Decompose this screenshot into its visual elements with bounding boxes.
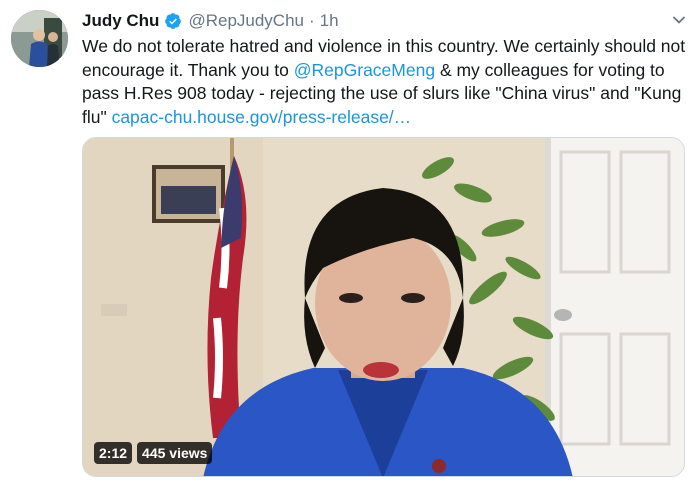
video-badges: 2:12 445 views: [94, 442, 213, 464]
tweet-text: We do not tolerate hatred and violence i…: [82, 35, 692, 129]
user-handle[interactable]: @RepJudyChu: [188, 11, 304, 31]
tweet-header: Judy Chu @RepJudyChu · 1h: [82, 10, 339, 32]
video-views-badge: 445 views: [137, 442, 213, 464]
video-player[interactable]: [82, 137, 685, 477]
video-duration-badge: 2:12: [94, 442, 133, 464]
mention-link[interactable]: @RepGraceMeng: [294, 60, 435, 80]
avatar[interactable]: [11, 10, 68, 67]
video-frame: [83, 138, 684, 476]
display-name[interactable]: Judy Chu: [82, 11, 159, 31]
separator-dot: ·: [309, 11, 315, 30]
timestamp[interactable]: 1h: [320, 11, 339, 31]
press-release-link[interactable]: capac-chu.house.gov/press-release/…: [112, 107, 412, 127]
verified-badge-icon: [165, 13, 182, 29]
chevron-down-icon[interactable]: [672, 13, 686, 27]
